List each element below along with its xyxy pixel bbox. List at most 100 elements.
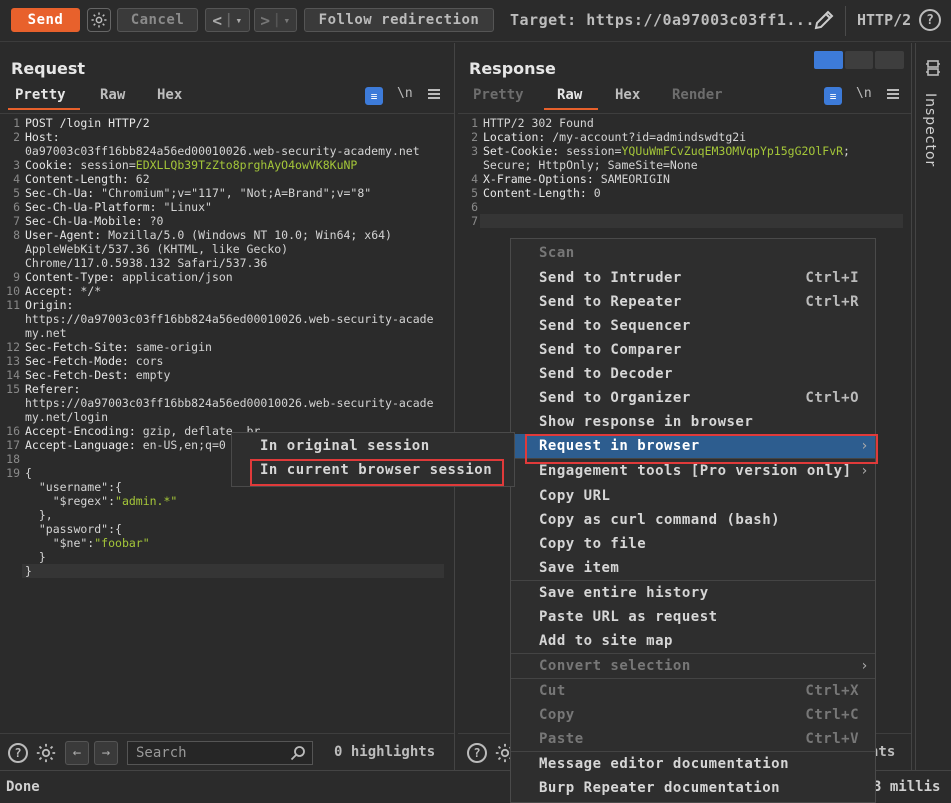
line-number: 19	[6, 466, 20, 480]
tab-hex[interactable]: Hex	[157, 87, 182, 103]
help-icon[interactable]: ?	[467, 743, 487, 763]
menu-item-burp-repeater-documentation[interactable]: Burp Repeater documentation	[511, 776, 875, 800]
line-number: 18	[6, 452, 20, 466]
menu-item-label: Paste	[539, 731, 584, 747]
show-newlines-button[interactable]: \n	[397, 86, 413, 101]
help-icon[interactable]: ?	[919, 9, 941, 31]
highlights-count: 0 highlights	[334, 744, 436, 760]
line-number: 9	[13, 270, 20, 284]
menu-item-paste-url-as-request[interactable]: Paste URL as request	[511, 605, 875, 629]
tab-pretty[interactable]: Pretty	[15, 87, 66, 103]
menu-item-label: Send to Sequencer	[539, 318, 691, 334]
menu-shortcut: Ctrl+R	[805, 294, 859, 310]
follow-redirection-button[interactable]: Follow redirection	[304, 8, 494, 32]
response-time: 3 millis	[873, 779, 941, 795]
inspector-sidebar[interactable]: Inspector	[915, 43, 951, 770]
inspector-label[interactable]: Inspector	[922, 93, 938, 167]
menu-item-label: Send to Intruder	[539, 270, 682, 286]
code-line: Sec-Ch-Ua: "Chromium";v="117", "Not;A=Br…	[25, 186, 372, 200]
split-horizontal-icon[interactable]	[814, 51, 843, 69]
menu-item-request-in-browser[interactable]: Request in browser ›	[511, 434, 875, 458]
menu-item-message-editor-documentation[interactable]: Message editor documentation	[511, 752, 875, 776]
code-line: "$regex":"admin.*"	[25, 494, 178, 508]
line-number: 5	[471, 186, 478, 200]
menu-item-send-to-organizer[interactable]: Send to Organizer Ctrl+O	[511, 386, 875, 410]
line-number: 13	[6, 354, 20, 368]
code-line: Origin:	[25, 298, 74, 312]
request-bottom-bar: ? ← → 0 highlights	[0, 733, 454, 770]
menu-item-copy-as-curl-command-bash[interactable]: Copy as curl command (bash)	[511, 508, 875, 532]
menu-item-save-item[interactable]: Save item	[511, 556, 875, 580]
menu-item-label: Burp Repeater documentation	[539, 780, 781, 796]
line-number: 6	[13, 200, 20, 214]
tab-hex[interactable]: Hex	[615, 87, 640, 103]
edit-target-pencil-icon[interactable]	[812, 8, 836, 32]
word-wrap-icon[interactable]: ≡	[824, 87, 842, 105]
submenu-arrow-icon: ›	[860, 438, 869, 454]
code-line: User-Agent: Mozilla/5.0 (Windows NT 10.0…	[25, 228, 392, 242]
current-line-highlight	[480, 214, 903, 228]
menu-item-send-to-comparer[interactable]: Send to Comparer	[511, 338, 875, 362]
help-icon[interactable]: ?	[8, 743, 28, 763]
code-line: {	[25, 466, 32, 480]
back-button[interactable]: < | ▾	[205, 8, 250, 32]
menu-item-copy-to-file[interactable]: Copy to file	[511, 532, 875, 556]
menu-item-label: Cut	[539, 683, 566, 699]
line-number: 2	[471, 130, 478, 144]
code-line: Sec-Ch-Ua-Platform: "Linux"	[25, 200, 212, 214]
menu-item-label: Engagement tools [Pro version only]	[539, 463, 852, 479]
forward-button[interactable]: > | ▾	[254, 8, 297, 32]
request-in-browser-submenu: In original session In current browser s…	[231, 432, 515, 487]
word-wrap-icon[interactable]: ≡	[365, 87, 383, 105]
code-line: Content-Length: 0	[483, 186, 601, 200]
menu-item-show-response-in-browser[interactable]: Show response in browser	[511, 410, 875, 434]
menu-item-copy-url[interactable]: Copy URL	[511, 484, 875, 508]
menu-item-label: Copy to file	[539, 536, 647, 552]
previous-match-icon[interactable]: ←	[65, 741, 89, 765]
menu-item-send-to-intruder[interactable]: Send to Intruder Ctrl+I	[511, 266, 875, 290]
menu-item-in-original-session[interactable]: In original session	[260, 438, 430, 454]
forward-dropdown-icon[interactable]: ▾	[283, 14, 290, 27]
menu-item-send-to-decoder[interactable]: Send to Decoder	[511, 362, 875, 386]
menu-item-label: Scan	[539, 245, 575, 261]
menu-item-send-to-repeater[interactable]: Send to Repeater Ctrl+R	[511, 290, 875, 314]
back-dropdown-icon[interactable]: ▾	[235, 14, 242, 27]
next-match-icon[interactable]: →	[94, 741, 118, 765]
settings-gear-icon[interactable]	[87, 8, 111, 32]
editor-menu-icon[interactable]	[887, 87, 899, 101]
line-number: 7	[13, 214, 20, 228]
settings-gear-icon[interactable]	[35, 742, 57, 768]
code-line: Content-Length: 62	[25, 172, 150, 186]
code-line: "$ne":"foobar"	[25, 536, 150, 550]
cancel-button[interactable]: Cancel	[117, 8, 198, 32]
tab-raw[interactable]: Raw	[100, 87, 125, 103]
menu-item-convert-selection: Convert selection ›	[511, 654, 875, 678]
tab-pretty[interactable]: Pretty	[473, 87, 524, 103]
protocol-label[interactable]: HTTP/2	[857, 11, 911, 29]
show-newlines-button[interactable]: \n	[856, 86, 872, 101]
menu-item-engagement-tools-pro-version-only[interactable]: Engagement tools [Pro version only] ›	[511, 459, 875, 483]
tabbed-layout-icon[interactable]	[875, 51, 905, 69]
code-line: my.net/login	[25, 410, 109, 424]
code-line: X-Frame-Options: SAMEORIGIN	[483, 172, 670, 186]
line-number: 14	[6, 368, 20, 382]
tab-raw[interactable]: Raw	[557, 87, 582, 103]
menu-item-label: Show response in browser	[539, 414, 754, 430]
search-input[interactable]	[127, 741, 313, 765]
send-button[interactable]: Send	[11, 8, 80, 32]
target-label[interactable]: Target: https://0a97003c03ff1...	[510, 11, 815, 29]
menu-item-save-entire-history[interactable]: Save entire history	[511, 581, 875, 605]
split-vertical-icon[interactable]	[844, 51, 874, 69]
code-line: },	[25, 508, 53, 522]
tab-render[interactable]: Render	[672, 87, 723, 103]
menu-shortcut: Ctrl+O	[805, 390, 859, 406]
menu-item-send-to-sequencer[interactable]: Send to Sequencer	[511, 314, 875, 338]
menu-item-add-to-site-map[interactable]: Add to site map	[511, 629, 875, 653]
code-line: Chrome/117.0.5938.132 Safari/537.36	[25, 256, 268, 270]
editor-menu-icon[interactable]	[428, 87, 440, 101]
inspector-settings-icon[interactable]	[925, 59, 941, 81]
menu-item-label: Convert selection	[539, 658, 691, 674]
request-editor[interactable]: 1 POST /login HTTP/2 2 Host: 0a97003c03ff16b…	[0, 113, 454, 733]
menu-item-in-current-browser-session[interactable]: In current browser session	[260, 462, 492, 478]
layout-toggle	[814, 51, 905, 69]
